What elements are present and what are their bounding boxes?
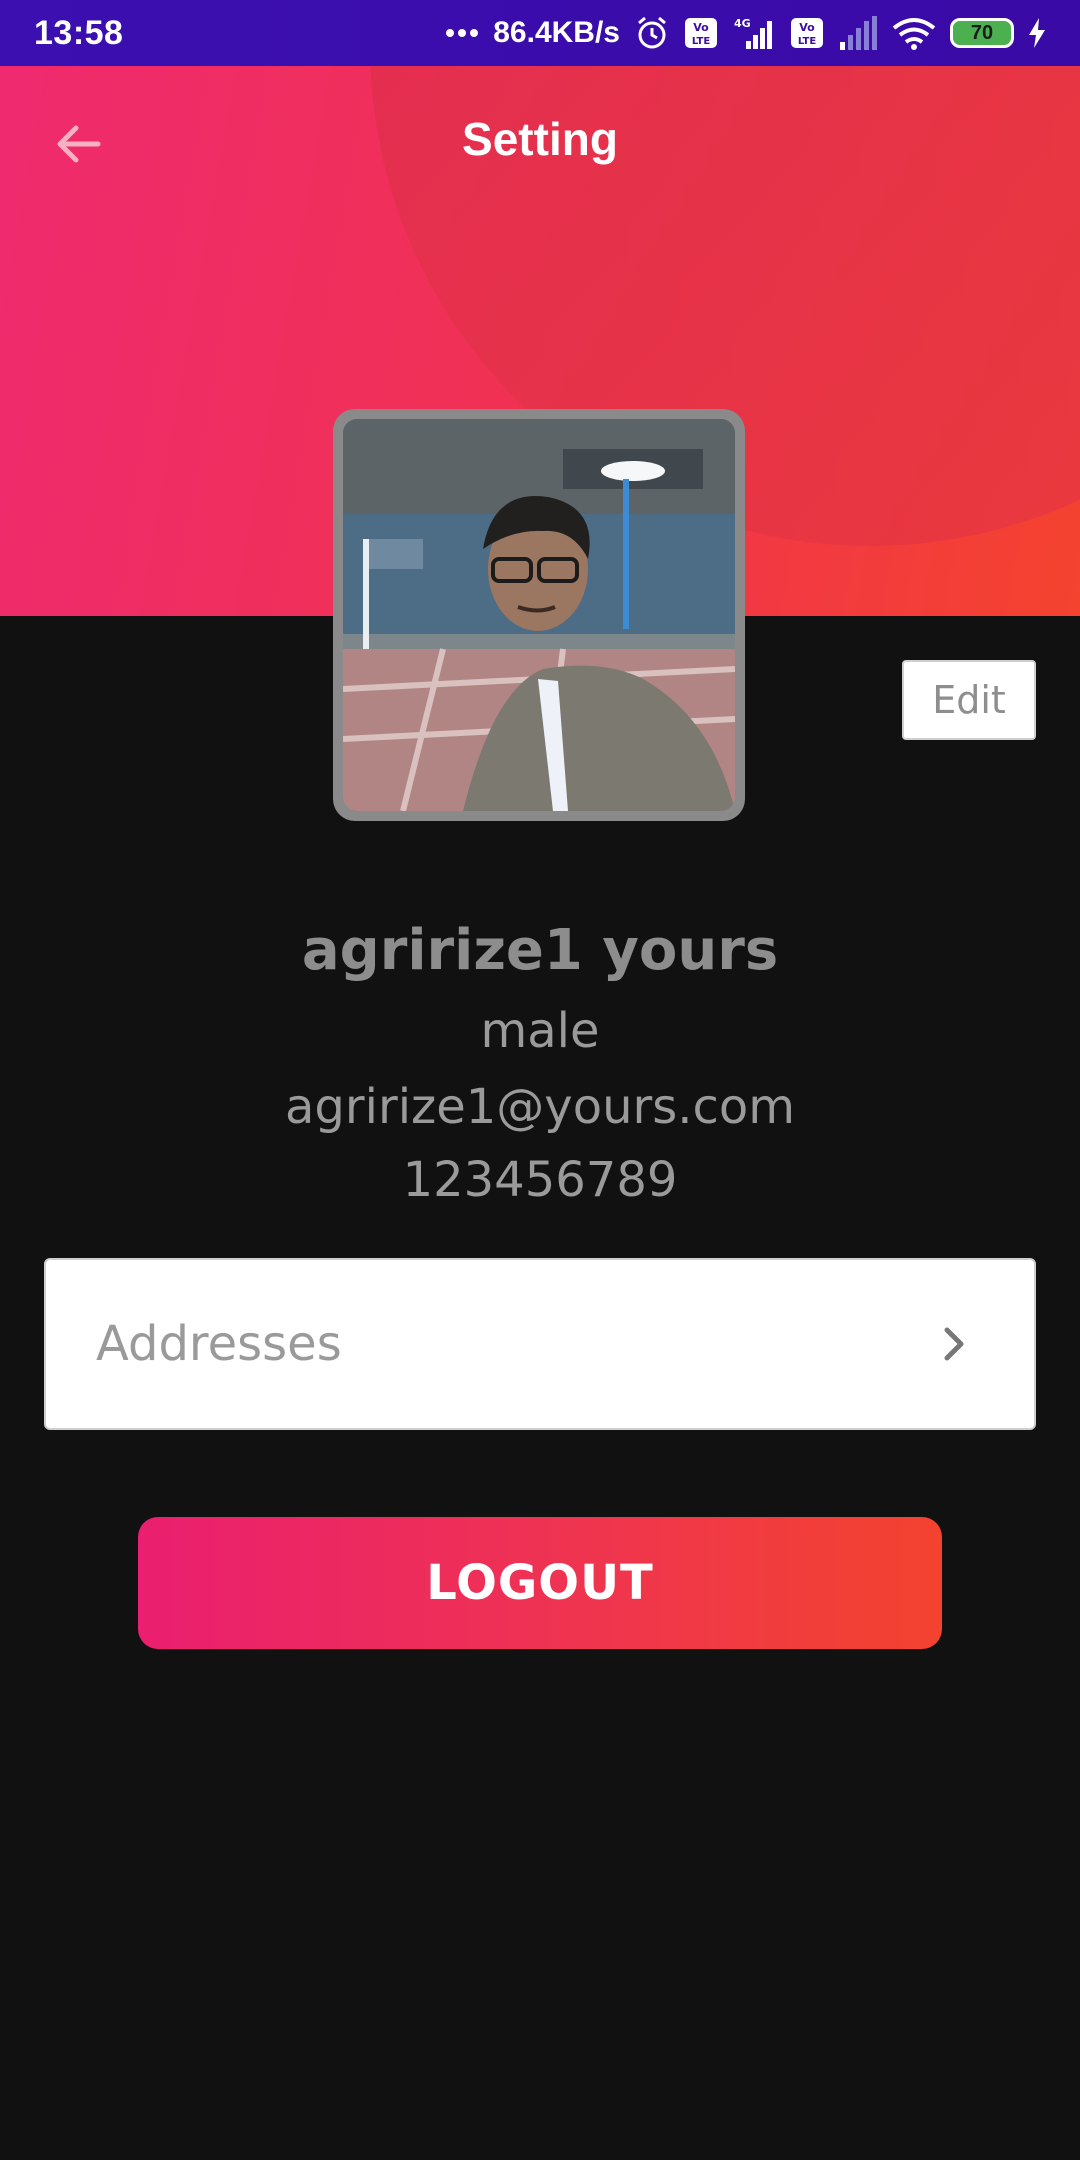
status-bar: 13:58 86.4KB/s Vo LTE 4G Vo LTE 70 bbox=[0, 0, 1080, 66]
svg-text:LTE: LTE bbox=[798, 36, 817, 47]
battery-icon: 70 bbox=[950, 18, 1014, 48]
signal-4g-icon: 4G bbox=[732, 15, 776, 51]
addresses-item[interactable]: Addresses bbox=[44, 1258, 1036, 1430]
battery-level: 70 bbox=[970, 21, 994, 44]
avatar-photo bbox=[343, 419, 735, 811]
profile-photo-image bbox=[343, 419, 735, 811]
volte-icon: Vo LTE bbox=[790, 17, 824, 49]
network-speed: 86.4KB/s bbox=[493, 16, 620, 49]
avatar[interactable] bbox=[333, 409, 745, 821]
profile-email: agririze1@yours.com bbox=[285, 1079, 795, 1135]
svg-text:Vo: Vo bbox=[693, 21, 709, 34]
alarm-icon bbox=[634, 15, 670, 51]
charging-icon bbox=[1028, 18, 1046, 48]
profile-phone: 123456789 bbox=[402, 1152, 678, 1208]
chevron-right-icon bbox=[934, 1324, 974, 1364]
svg-text:LTE: LTE bbox=[692, 36, 711, 47]
volte-icon: Vo LTE bbox=[684, 17, 718, 49]
wifi-icon bbox=[892, 16, 936, 50]
page-title: Setting bbox=[0, 112, 1080, 166]
logout-button[interactable]: LOGOUT bbox=[138, 1517, 942, 1649]
dots-icon bbox=[445, 28, 479, 38]
edit-button[interactable]: Edit bbox=[902, 660, 1036, 740]
profile-gender: male bbox=[480, 1003, 600, 1059]
addresses-label: Addresses bbox=[96, 1316, 342, 1372]
profile-name: agririze1 yours bbox=[301, 918, 779, 983]
signal-icon bbox=[838, 16, 878, 50]
svg-text:Vo: Vo bbox=[799, 21, 815, 34]
page-title-text: Setting bbox=[462, 113, 618, 165]
svg-text:4G: 4G bbox=[734, 17, 751, 30]
status-icons: 86.4KB/s Vo LTE 4G Vo LTE 70 bbox=[445, 15, 1046, 51]
status-time: 13:58 bbox=[34, 13, 124, 52]
